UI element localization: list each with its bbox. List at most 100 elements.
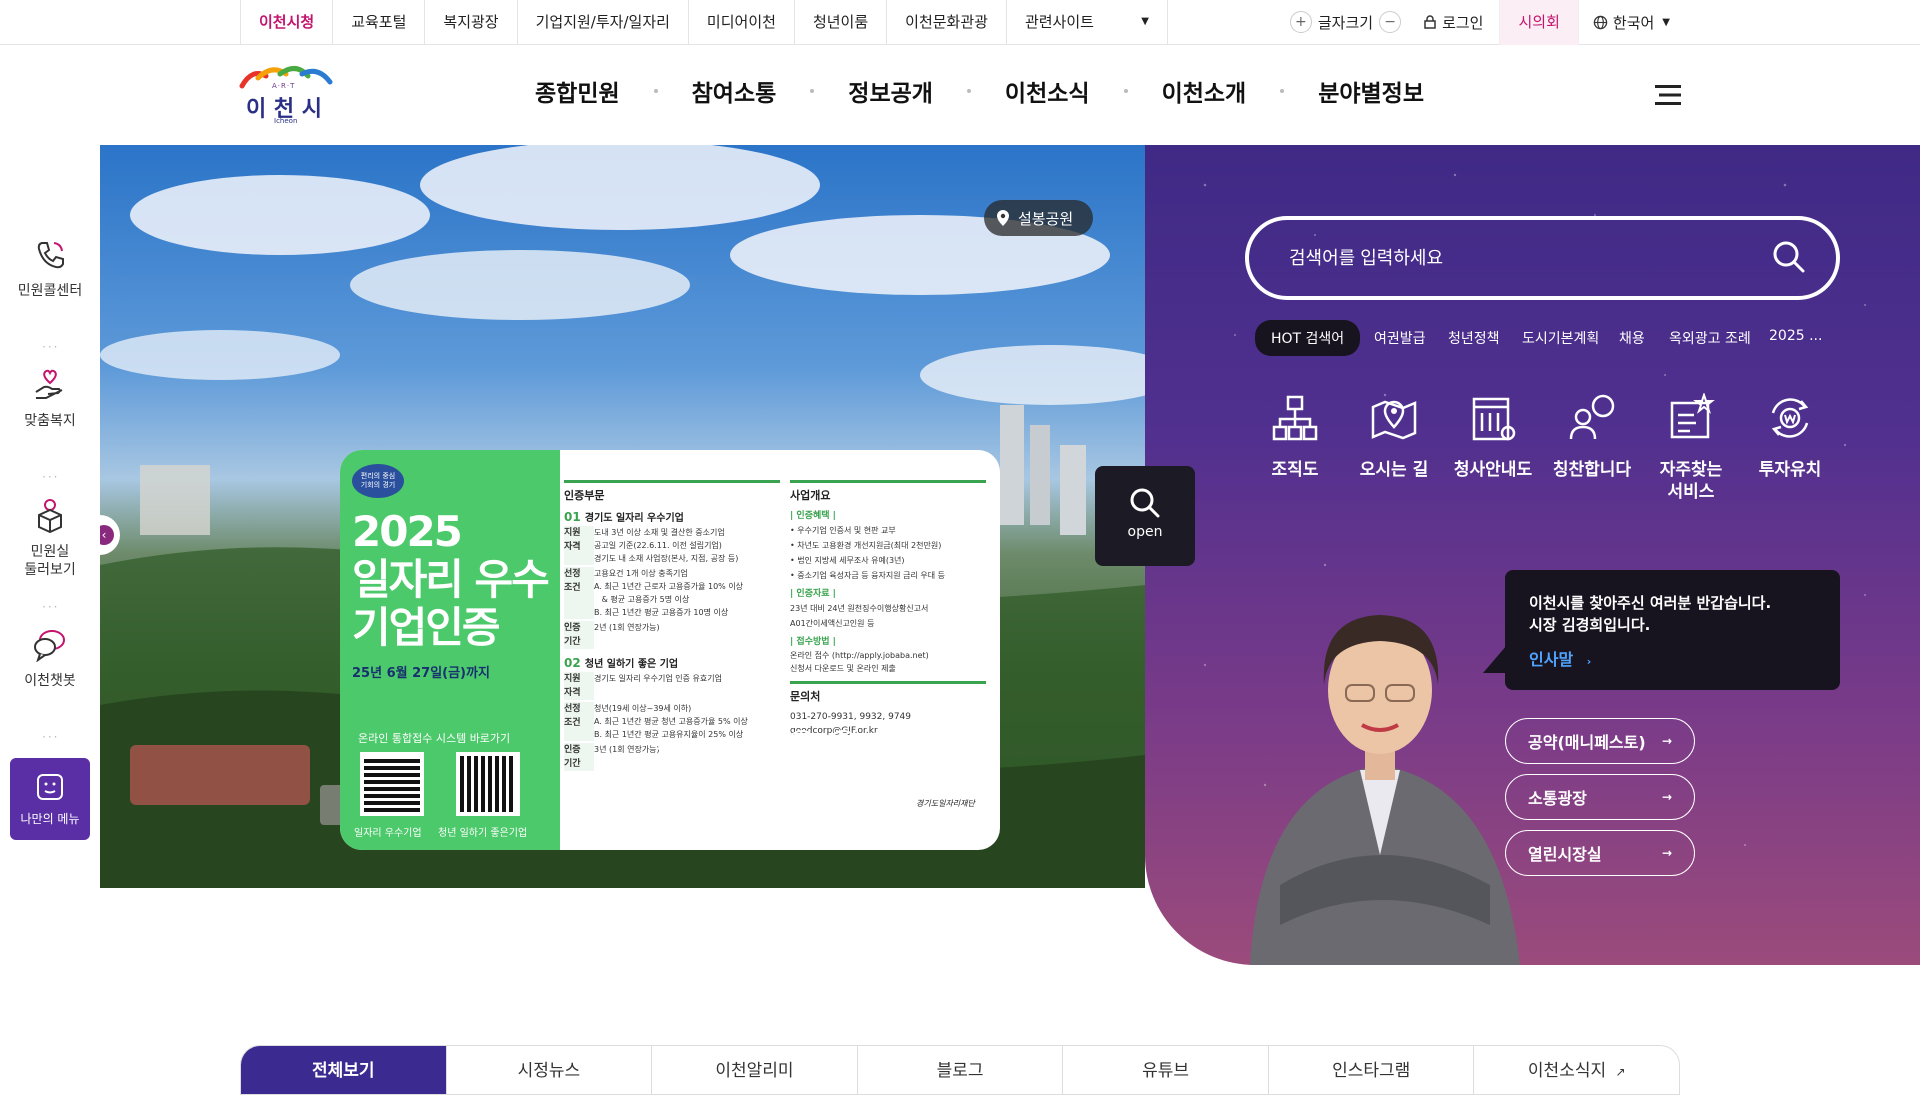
- tab-alerts[interactable]: 이천알리미: [651, 1046, 857, 1094]
- qr-label-2: 청년 일하기 좋은기업: [438, 828, 528, 839]
- hot-keyword[interactable]: 옥외광고 조례: [1669, 328, 1751, 348]
- tab-youtube[interactable]: 유튜브: [1062, 1046, 1268, 1094]
- quicklink-investment[interactable]: 투자유치: [1740, 393, 1840, 481]
- hot-keyword[interactable]: 여권발급: [1374, 328, 1426, 348]
- location-label: 설봉공원: [1018, 209, 1074, 228]
- slide-next-button[interactable]: ›: [827, 730, 859, 762]
- apply-text: 온라인 접수 (http://apply.jobaba.net) 신청서 다운로…: [790, 651, 929, 673]
- caret-down-icon: ▼: [1662, 16, 1670, 28]
- related-sites-select[interactable]: 관련사이트 ▼: [1005, 0, 1168, 44]
- row-label: 지원 자격: [564, 672, 594, 700]
- phone-icon: [37, 242, 64, 269]
- login-link[interactable]: 로그인: [1423, 12, 1483, 33]
- mayor-greeting-link[interactable]: 인사말 ›: [1529, 646, 1591, 670]
- tab-city-news[interactable]: 시정뉴스: [445, 1046, 652, 1094]
- biz-title: 사업개요: [790, 480, 986, 503]
- manifesto-button[interactable]: 공약(매니페스토) →: [1505, 718, 1695, 764]
- separator-dots: ···: [42, 730, 60, 744]
- site-link-education[interactable]: 교육포털: [332, 0, 424, 44]
- mayor-greeting-text: 이천시를 찾아주신 여러분 반갑습니다. 시장 김경희입니다.: [1529, 594, 1772, 634]
- manifesto-label: 공약(매니페스토): [1528, 733, 1646, 752]
- cert-02-support-text: 경기도 일자리 우수기업 인증 유효기업: [594, 674, 722, 683]
- quicklink-directions[interactable]: 오시는 길: [1344, 393, 1444, 481]
- site-link-welfare[interactable]: 복지광장: [424, 0, 516, 44]
- apply-heading: | 접수방법 |: [790, 637, 836, 647]
- quick-office-tour-label: 민원실 둘러보기: [24, 544, 76, 578]
- quick-callcenter-label: 민원콜센터: [17, 283, 83, 299]
- quicklink-faq-services[interactable]: 자주찾는 서비스: [1641, 391, 1741, 503]
- council-link[interactable]: 시의회: [1499, 0, 1579, 45]
- site-link-media[interactable]: 미디어이천: [687, 0, 794, 44]
- heart-hand-icon: [35, 369, 63, 399]
- quick-callcenter[interactable]: 민원콜센터: [10, 238, 90, 300]
- quick-chatbot-label: 이천챗봇: [24, 673, 76, 689]
- banner-badge: 편리의 중심 기회의 경기: [352, 464, 404, 498]
- gnb-info[interactable]: 정보공개: [848, 74, 933, 108]
- site-link-culture[interactable]: 이천문화관광: [886, 0, 1006, 44]
- hot-keyword[interactable]: 청년정책: [1448, 328, 1500, 348]
- gnb-civil[interactable]: 종합민원: [535, 74, 620, 108]
- site-link-cityhall[interactable]: 이천시청: [240, 0, 332, 44]
- tab-instagram[interactable]: 인스타그램: [1267, 1046, 1474, 1094]
- gnb-news[interactable]: 이천소식: [1005, 74, 1090, 108]
- language-select[interactable]: 한국어 ▼: [1593, 12, 1670, 33]
- site-logo[interactable]: A·R·T 이 천 시 Icheon: [238, 64, 338, 126]
- banner-card[interactable]: 편리의 중심 기회의 경기 2025 일자리 우수 기업인증 25년 6월 27…: [340, 450, 1000, 850]
- gnb-about[interactable]: 이천소개: [1162, 74, 1247, 108]
- cert-02-row: 02 청년 일하기 좋은 기업: [564, 656, 679, 670]
- banner-title: 2025 일자리 우수 기업인증: [352, 507, 550, 652]
- quicklink-praise[interactable]: 칭찬합니다: [1542, 393, 1642, 481]
- smile-square-icon: [37, 774, 63, 800]
- search-input[interactable]: [1289, 238, 1749, 278]
- chevron-right-icon: ›: [840, 738, 846, 754]
- quick-welfare-label: 맞춤복지: [24, 413, 76, 429]
- hot-keyword[interactable]: 도시기본계획: [1522, 328, 1599, 348]
- gnb-participation[interactable]: 참여소통: [692, 74, 777, 108]
- tab-newsletter[interactable]: 이천소식지 ↗: [1473, 1046, 1679, 1094]
- search-open-button[interactable]: open: [1095, 466, 1195, 566]
- slide-prev-button[interactable]: ‹: [745, 730, 777, 762]
- lock-icon: [1424, 15, 1436, 29]
- related-sites-label: 관련사이트: [1024, 13, 1094, 31]
- hero-slider: 설봉공원 ‹ 편리의 중심 기회의 경기 2025 일자리 우수 기업인증 25…: [100, 145, 1145, 888]
- quicklink-label: 청사안내도: [1453, 460, 1533, 480]
- tab-all[interactable]: 전체보기: [241, 1046, 446, 1094]
- row-label: 지원 자격: [564, 526, 594, 565]
- open-mayor-office-button[interactable]: 열린시장실 →: [1505, 830, 1695, 876]
- quicklink-label: 자주찾는 서비스: [1659, 460, 1723, 502]
- my-menu-button[interactable]: 나만의 메뉴: [10, 758, 90, 840]
- chevron-left-icon: ‹: [758, 738, 764, 754]
- quicklink-building-guide[interactable]: 청사안내도: [1443, 393, 1543, 481]
- site-link-business[interactable]: 기업지원/투자/일자리: [516, 0, 688, 44]
- cert-01-period: 인증 기간 2년 (1회 연장가능): [564, 621, 780, 649]
- tab-blog[interactable]: 블로그: [856, 1046, 1063, 1094]
- cert-02-select-text: 청년(19세 이상~39세 이하) A. 최근 1년간 평균 청년 고용증가율 …: [594, 704, 748, 739]
- cert-01-row: 01 경기도 일자리 우수기업: [564, 510, 684, 524]
- search-submit-button[interactable]: [1772, 240, 1806, 278]
- hamburger-icon: [1655, 85, 1681, 105]
- hot-keyword[interactable]: 채용: [1619, 328, 1645, 348]
- slide-total: 22: [700, 736, 721, 754]
- plus-icon: +: [876, 735, 892, 757]
- building-icon: [1472, 397, 1516, 441]
- zoom-out-button[interactable]: −: [1379, 11, 1402, 33]
- mayor-box-tail: [1483, 645, 1507, 673]
- gnb-fields[interactable]: 분야별정보: [1318, 74, 1424, 108]
- hot-keyword[interactable]: 2025 ...: [1769, 328, 1822, 344]
- slide-more-button[interactable]: +: [868, 730, 900, 762]
- quick-chatbot[interactable]: 이천챗봇: [10, 628, 90, 690]
- slide-pause-button[interactable]: ❙❙: [786, 730, 818, 762]
- hamburger-menu-button[interactable]: [1655, 84, 1681, 106]
- banner-left: 편리의 중심 기회의 경기 2025 일자리 우수 기업인증 25년 6월 27…: [340, 450, 560, 850]
- row-label: 선정 조건: [564, 567, 594, 619]
- quicklink-org-chart[interactable]: 조직도: [1245, 393, 1345, 481]
- zoom-in-button[interactable]: +: [1289, 11, 1312, 33]
- communication-button[interactable]: 소통광장 →: [1505, 774, 1695, 820]
- org-logo-text: 경기도일자리재단: [916, 799, 975, 808]
- quick-office-tour[interactable]: 민원실 둘러보기: [10, 497, 90, 579]
- cert-01-support-text: 도내 3년 이상 소재 및 결산한 중소기업 공고일 기준(22.6.11. 이…: [594, 528, 739, 563]
- quicklink-label: 투자유치: [1758, 460, 1822, 480]
- separator-dots: ···: [42, 340, 60, 354]
- site-link-youth[interactable]: 청년이룸: [793, 0, 886, 44]
- quick-welfare[interactable]: 맞춤복지: [10, 368, 90, 430]
